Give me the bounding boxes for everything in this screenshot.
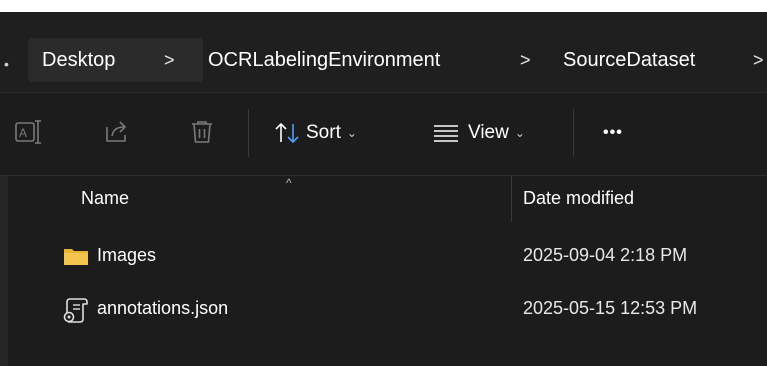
file-date-modified: 2025-05-15 12:53 PM (523, 298, 698, 318)
breadcrumb-sourcedataset[interactable]: SourceDataset (563, 46, 695, 74)
view-label: View (468, 122, 509, 144)
column-divider[interactable] (511, 176, 512, 222)
sort-ascending-icon: ^ (286, 176, 292, 190)
chevron-down-icon: ⌄ (514, 126, 525, 140)
rename-icon[interactable]: A (14, 117, 44, 147)
sort-button[interactable]: Sort ⌄ (274, 119, 357, 147)
breadcrumb-desktop[interactable]: Desktop (42, 46, 115, 74)
breadcrumb-overflow-icon[interactable]: • (4, 56, 9, 72)
view-button[interactable]: View ⌄ (432, 119, 525, 147)
more-options-button[interactable]: ••• (603, 119, 623, 147)
file-name[interactable]: annotations.json (97, 298, 228, 319)
folder-icon (63, 244, 89, 268)
file-date-modified: 2025-09-04 2:18 PM (523, 245, 688, 265)
list-item[interactable]: annotations.json 2025-05-15 12:53 PM (8, 287, 767, 331)
breadcrumb-ocrlabelingenvironment[interactable]: OCRLabelingEnvironment (208, 46, 440, 74)
file-explorer-window: • Desktop > OCRLabelingEnvironment > Sou… (0, 0, 767, 366)
column-header-date-modified[interactable]: Date modified (523, 188, 634, 209)
breadcrumb-separator[interactable]: > (753, 46, 764, 74)
navigation-pane-edge (0, 176, 8, 366)
address-bar[interactable]: • Desktop > OCRLabelingEnvironment > Sou… (0, 12, 767, 93)
command-bar: A Sort ⌄ View ⌄ ••• (0, 93, 767, 176)
breadcrumb-separator[interactable]: > (164, 46, 175, 74)
more-icon: ••• (603, 124, 623, 141)
file-name[interactable]: Images (97, 245, 156, 266)
column-header-name[interactable]: Name (81, 188, 129, 209)
column-header-row: Name ^ Date modified (8, 176, 767, 224)
toolbar-divider (248, 109, 249, 157)
view-icon (434, 125, 458, 142)
share-icon[interactable] (102, 117, 132, 147)
json-file-icon (63, 297, 89, 323)
window-top-edge (0, 0, 767, 12)
svg-text:A: A (19, 126, 27, 140)
sort-label: Sort (306, 122, 341, 144)
sort-icon (275, 123, 299, 143)
delete-icon[interactable] (187, 117, 217, 147)
list-item[interactable]: Images 2025-09-04 2:18 PM (8, 234, 767, 278)
toolbar-divider (573, 109, 574, 157)
chevron-down-icon: ⌄ (346, 126, 357, 140)
breadcrumb-separator[interactable]: > (520, 46, 531, 74)
